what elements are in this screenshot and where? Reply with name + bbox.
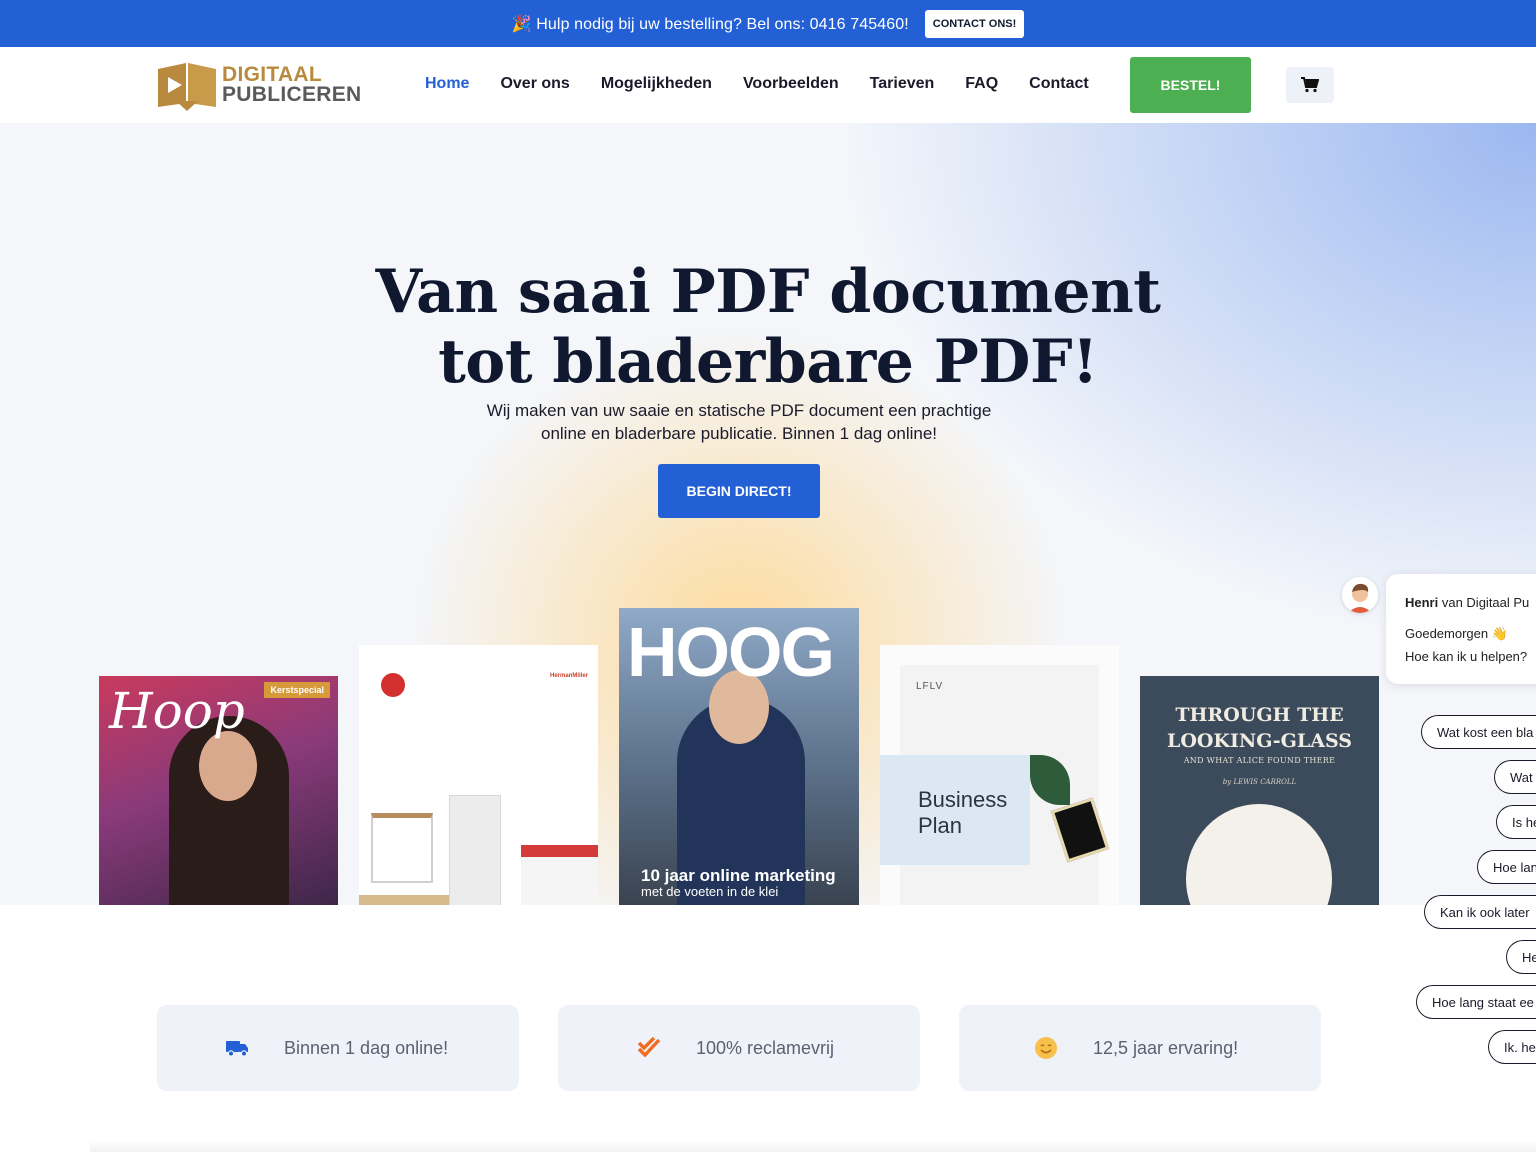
nav-item-home[interactable]: Home [425,75,469,93]
feature-card-ad-free: 100% reclamevrij [558,1005,920,1091]
double-check-icon [637,1036,661,1060]
truck-icon [225,1036,249,1060]
chat-quick-reply[interactable]: He [1506,940,1536,974]
cover-illustration [1186,804,1332,905]
book-play-logo-icon [158,63,216,111]
nav-item-over-ons[interactable]: Over ons [500,75,569,93]
announcement-text: 🎉 Hulp nodig bij uw bestelling? Bel ons:… [511,15,909,33]
magazine-cover-hoop[interactable]: Hoop Kerstspecial [99,676,338,905]
main-navigation: Home Over ons Mogelijkheden Voorbeelden … [425,75,1089,93]
brand-logo-icon [381,673,405,697]
feature-text: 12,5 jaar ervaring! [1093,1037,1239,1058]
chat-question: Hoe kan ik u helpen? [1405,649,1528,664]
feature-card-online: Binnen 1 dag online! [157,1005,519,1091]
feature-text: Binnen 1 dag online! [284,1037,449,1058]
magazine-cover-looking-glass[interactable]: THROUGH THE LOOKING-GLASS AND WHAT ALICE… [1140,676,1379,905]
announcement-bar: 🎉 Hulp nodig bij uw bestelling? Bel ons:… [0,0,1536,47]
magazine-cover-furniture[interactable]: HermanMiller [359,645,598,905]
cover-badge: Kerstspecial [264,682,330,698]
contact-button[interactable]: CONTACT ONS! [924,9,1025,38]
cover-red-cabinet-image [521,845,598,905]
nav-item-faq[interactable]: FAQ [965,75,998,93]
cover-caption: 10 jaar online marketing [641,866,836,885]
cover-cabinet-image [449,795,501,905]
cover-title: HOOG [627,613,835,691]
section-divider [90,1140,1536,1152]
chat-quick-reply[interactable]: Wat [1494,760,1536,794]
chat-agent-avatar[interactable] [1342,577,1378,613]
cover-face-image [199,731,257,801]
site-header: DIGITAAL PUBLICEREN Home Over ons Mogeli… [0,47,1536,123]
site-logo[interactable]: DIGITAAL PUBLICEREN [156,59,366,111]
cover-author: by LEWIS CARROLL [1222,778,1297,786]
logo-wordmark: DIGITAAL PUBLICEREN [222,63,362,106]
chat-quick-reply[interactable]: Is he [1496,805,1536,839]
nav-item-tarieven[interactable]: Tarieven [870,75,935,93]
chat-quick-reply[interactable]: Hoe lan [1477,850,1536,884]
cart-icon [1301,77,1319,93]
order-button[interactable]: BESTEL! [1130,57,1251,113]
party-icon: 🎉 [511,15,532,33]
magazine-cover-hoog[interactable]: HOOG 10 jaar online marketing met de voe… [619,608,859,905]
cover-title: Hoop [109,682,245,740]
hero-section: Van saai PDF document tot bladerbare PDF… [0,123,1536,905]
feature-text: 100% reclamevrij [696,1037,835,1058]
smiley-icon [1034,1036,1058,1060]
chat-message-bubble: Henri van Digitaal Pu Goedemorgen 👋 Hoe … [1386,574,1536,684]
agent-avatar-icon [1342,577,1378,613]
chat-greeting: Goedemorgen 👋 [1405,626,1508,641]
cover-desk-image [371,813,433,883]
nav-item-contact[interactable]: Contact [1029,75,1089,93]
cart-button[interactable] [1286,67,1334,103]
chat-quick-reply[interactable]: Hoe lang staat ee [1416,985,1536,1019]
begin-direct-button[interactable]: BEGIN DIRECT! [658,464,820,518]
cover-subtitle: AND WHAT ALICE FOUND THERE [1183,756,1336,765]
cover-caption-sub: met de voeten in de klei [641,884,779,899]
magazine-cover-business-plan[interactable]: LFLV Business Plan [880,645,1119,905]
hero-title: Van saai PDF document tot bladerbare PDF… [375,257,1161,397]
cover-title: Business Plan [918,787,1008,838]
nav-item-mogelijkheden[interactable]: Mogelijkheden [601,75,712,93]
hero-subtitle: Wij maken van uw saaie en statische PDF … [486,401,992,443]
cover-brand: HermanMiller [549,673,588,679]
nav-item-voorbeelden[interactable]: Voorbeelden [743,75,839,93]
chat-quick-reply[interactable]: Kan ik ook later [1424,895,1536,929]
cover-title: THROUGH THE LOOKING-GLASS [1166,704,1353,752]
cover-brand: LFLV [916,681,944,692]
feature-card-experience: 12,5 jaar ervaring! [959,1005,1321,1091]
chat-quick-reply[interactable]: Ik. he [1488,1030,1536,1064]
chat-quick-reply[interactable]: Wat kost een bla [1421,715,1536,749]
chat-sender: Henri van Digitaal Pu [1405,595,1530,610]
